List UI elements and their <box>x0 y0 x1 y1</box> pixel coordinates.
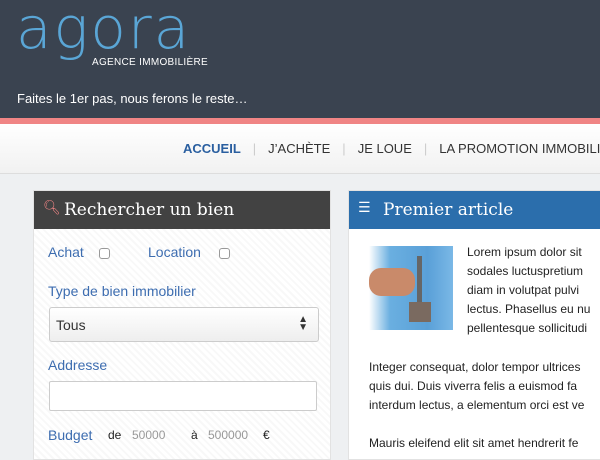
location-label: Location <box>148 244 201 260</box>
article-paragraph-3: Mauris eleifend elit sit amet hendrerit … <box>369 436 579 450</box>
address-label: Addresse <box>48 357 108 373</box>
nav-jachete[interactable]: J’ACHÈTE <box>268 141 330 156</box>
currency: € <box>263 428 270 442</box>
list-icon[interactable]: ☰ <box>358 200 371 216</box>
main-nav: ACCUEIL | J’ACHÈTE | JE LOUE | LA PROMOTION IM… <box>0 124 600 174</box>
search-title: Rechercher un bien <box>64 200 235 220</box>
article-paragraph-1: Lorem ipsum dolor sit sodales luctuspreti… <box>467 245 591 335</box>
tagline: Faites le 1er pas, nous ferons le reste… <box>17 91 248 106</box>
article-image-keys <box>369 246 453 330</box>
budget-a: à <box>191 428 198 442</box>
article-header: ☰ Premier article <box>349 191 600 229</box>
type-select-value: Tous <box>56 317 86 333</box>
search-panel-header: 🔍︎ Rechercher un bien <box>34 191 330 229</box>
nav-separator: | <box>342 141 346 156</box>
budget-label: Budget <box>48 427 93 443</box>
budget-de: de <box>108 428 122 442</box>
nav-separator: | <box>423 141 428 156</box>
location-checkbox[interactable] <box>219 248 230 259</box>
article-paragraph-2: Integer consequat, dolor tempor ultrices… <box>369 360 585 412</box>
type-label: Type de bien immobilier <box>48 283 196 299</box>
achat-checkbox[interactable] <box>99 248 110 259</box>
type-select[interactable]: Tous ▲ ▼ <box>49 307 319 342</box>
nav-promotion[interactable]: LA PROMOTION IMMOBILIÈRE <box>439 141 600 156</box>
address-input[interactable] <box>49 381 317 411</box>
nav-je-loue[interactable]: JE LOUE <box>358 141 412 156</box>
select-arrows-icon: ▲ ▼ <box>298 314 308 333</box>
budget-min-input[interactable]: 50000 <box>132 428 165 442</box>
achat-label: Achat <box>48 244 84 260</box>
article-panel: ☰ Premier article Lorem ipsum dolor sit s… <box>348 190 600 460</box>
logo[interactable]: agora <box>16 0 191 62</box>
site-header: agora AGENCE IMMOBILIÈRE Faites le 1er p… <box>0 0 600 118</box>
nav-accueil[interactable]: ACCUEIL <box>183 141 241 156</box>
search-icon: 🔍︎ <box>43 200 61 216</box>
logo-subtitle: AGENCE IMMOBILIÈRE <box>92 57 208 68</box>
nav-separator: | <box>252 141 257 156</box>
budget-max-input[interactable]: 500000 <box>208 428 248 442</box>
article-title[interactable]: Premier article <box>383 200 513 220</box>
search-panel: 🔍︎ Rechercher un bien Achat Location Typ… <box>33 190 331 460</box>
